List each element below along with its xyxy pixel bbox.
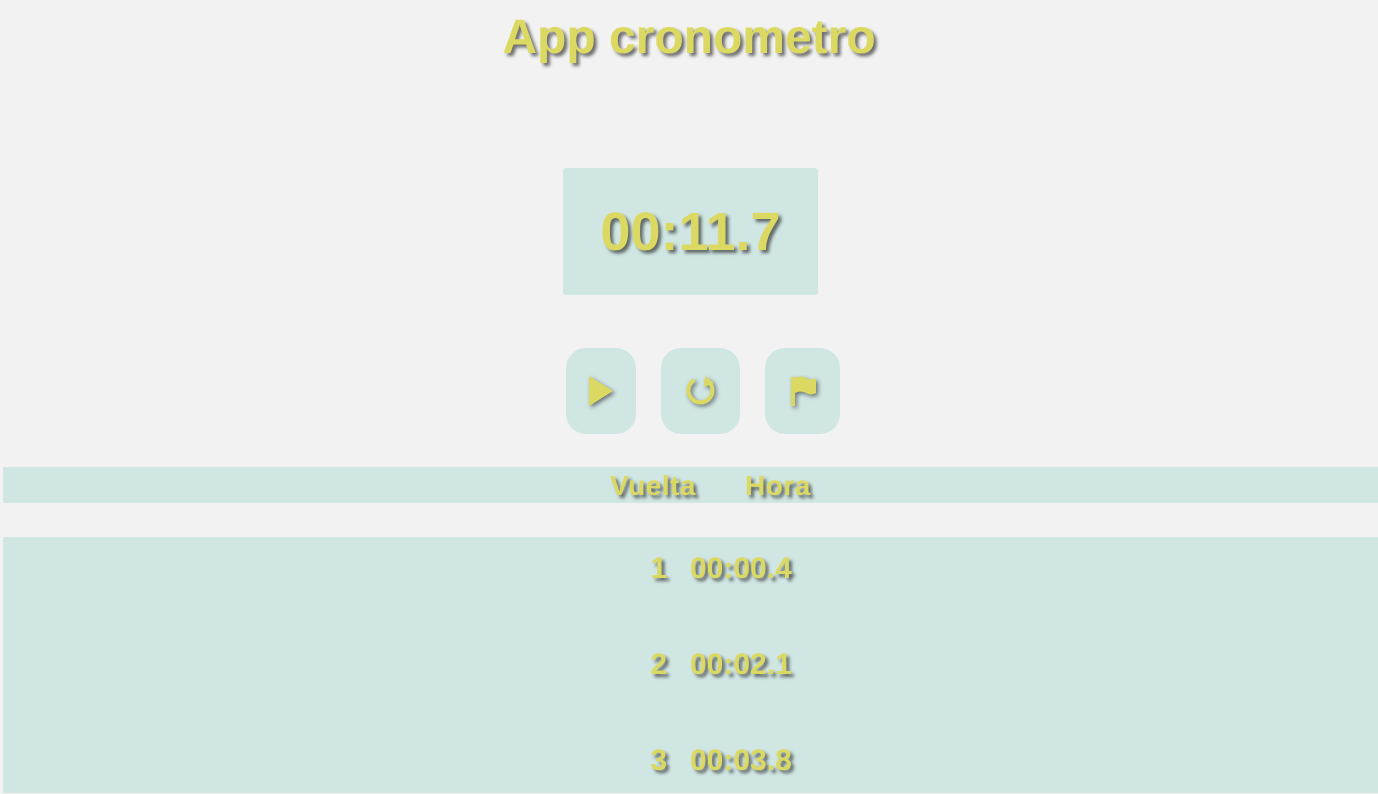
laps-table-header: Vuelta Hora (3, 467, 1378, 503)
play-button[interactable] (566, 348, 636, 434)
reset-button[interactable] (661, 348, 740, 434)
lap-row: 3 00:03.8 (3, 741, 1378, 781)
lap-number: 3 (650, 744, 667, 777)
lap-time: 00:02.1 (690, 648, 792, 681)
lap-button[interactable] (765, 348, 840, 434)
flag-icon (790, 376, 816, 406)
stopwatch-display: 00:11.7 (563, 168, 818, 295)
lap-row: 2 00:02.1 (3, 645, 1378, 685)
lap-column-header: Vuelta (610, 470, 696, 501)
lap-number: 2 (650, 648, 667, 681)
play-icon (589, 376, 613, 406)
laps-list: 1 00:00.4 2 00:02.1 3 00:03.8 (3, 537, 1378, 793)
reset-icon (685, 376, 714, 405)
lap-number: 1 (650, 552, 667, 585)
app-title: App cronometro (502, 11, 876, 64)
lap-row: 1 00:00.4 (3, 549, 1378, 589)
time-column-header: Hora (745, 470, 811, 501)
lap-time: 00:00.4 (690, 552, 792, 585)
lap-time: 00:03.8 (690, 744, 792, 777)
